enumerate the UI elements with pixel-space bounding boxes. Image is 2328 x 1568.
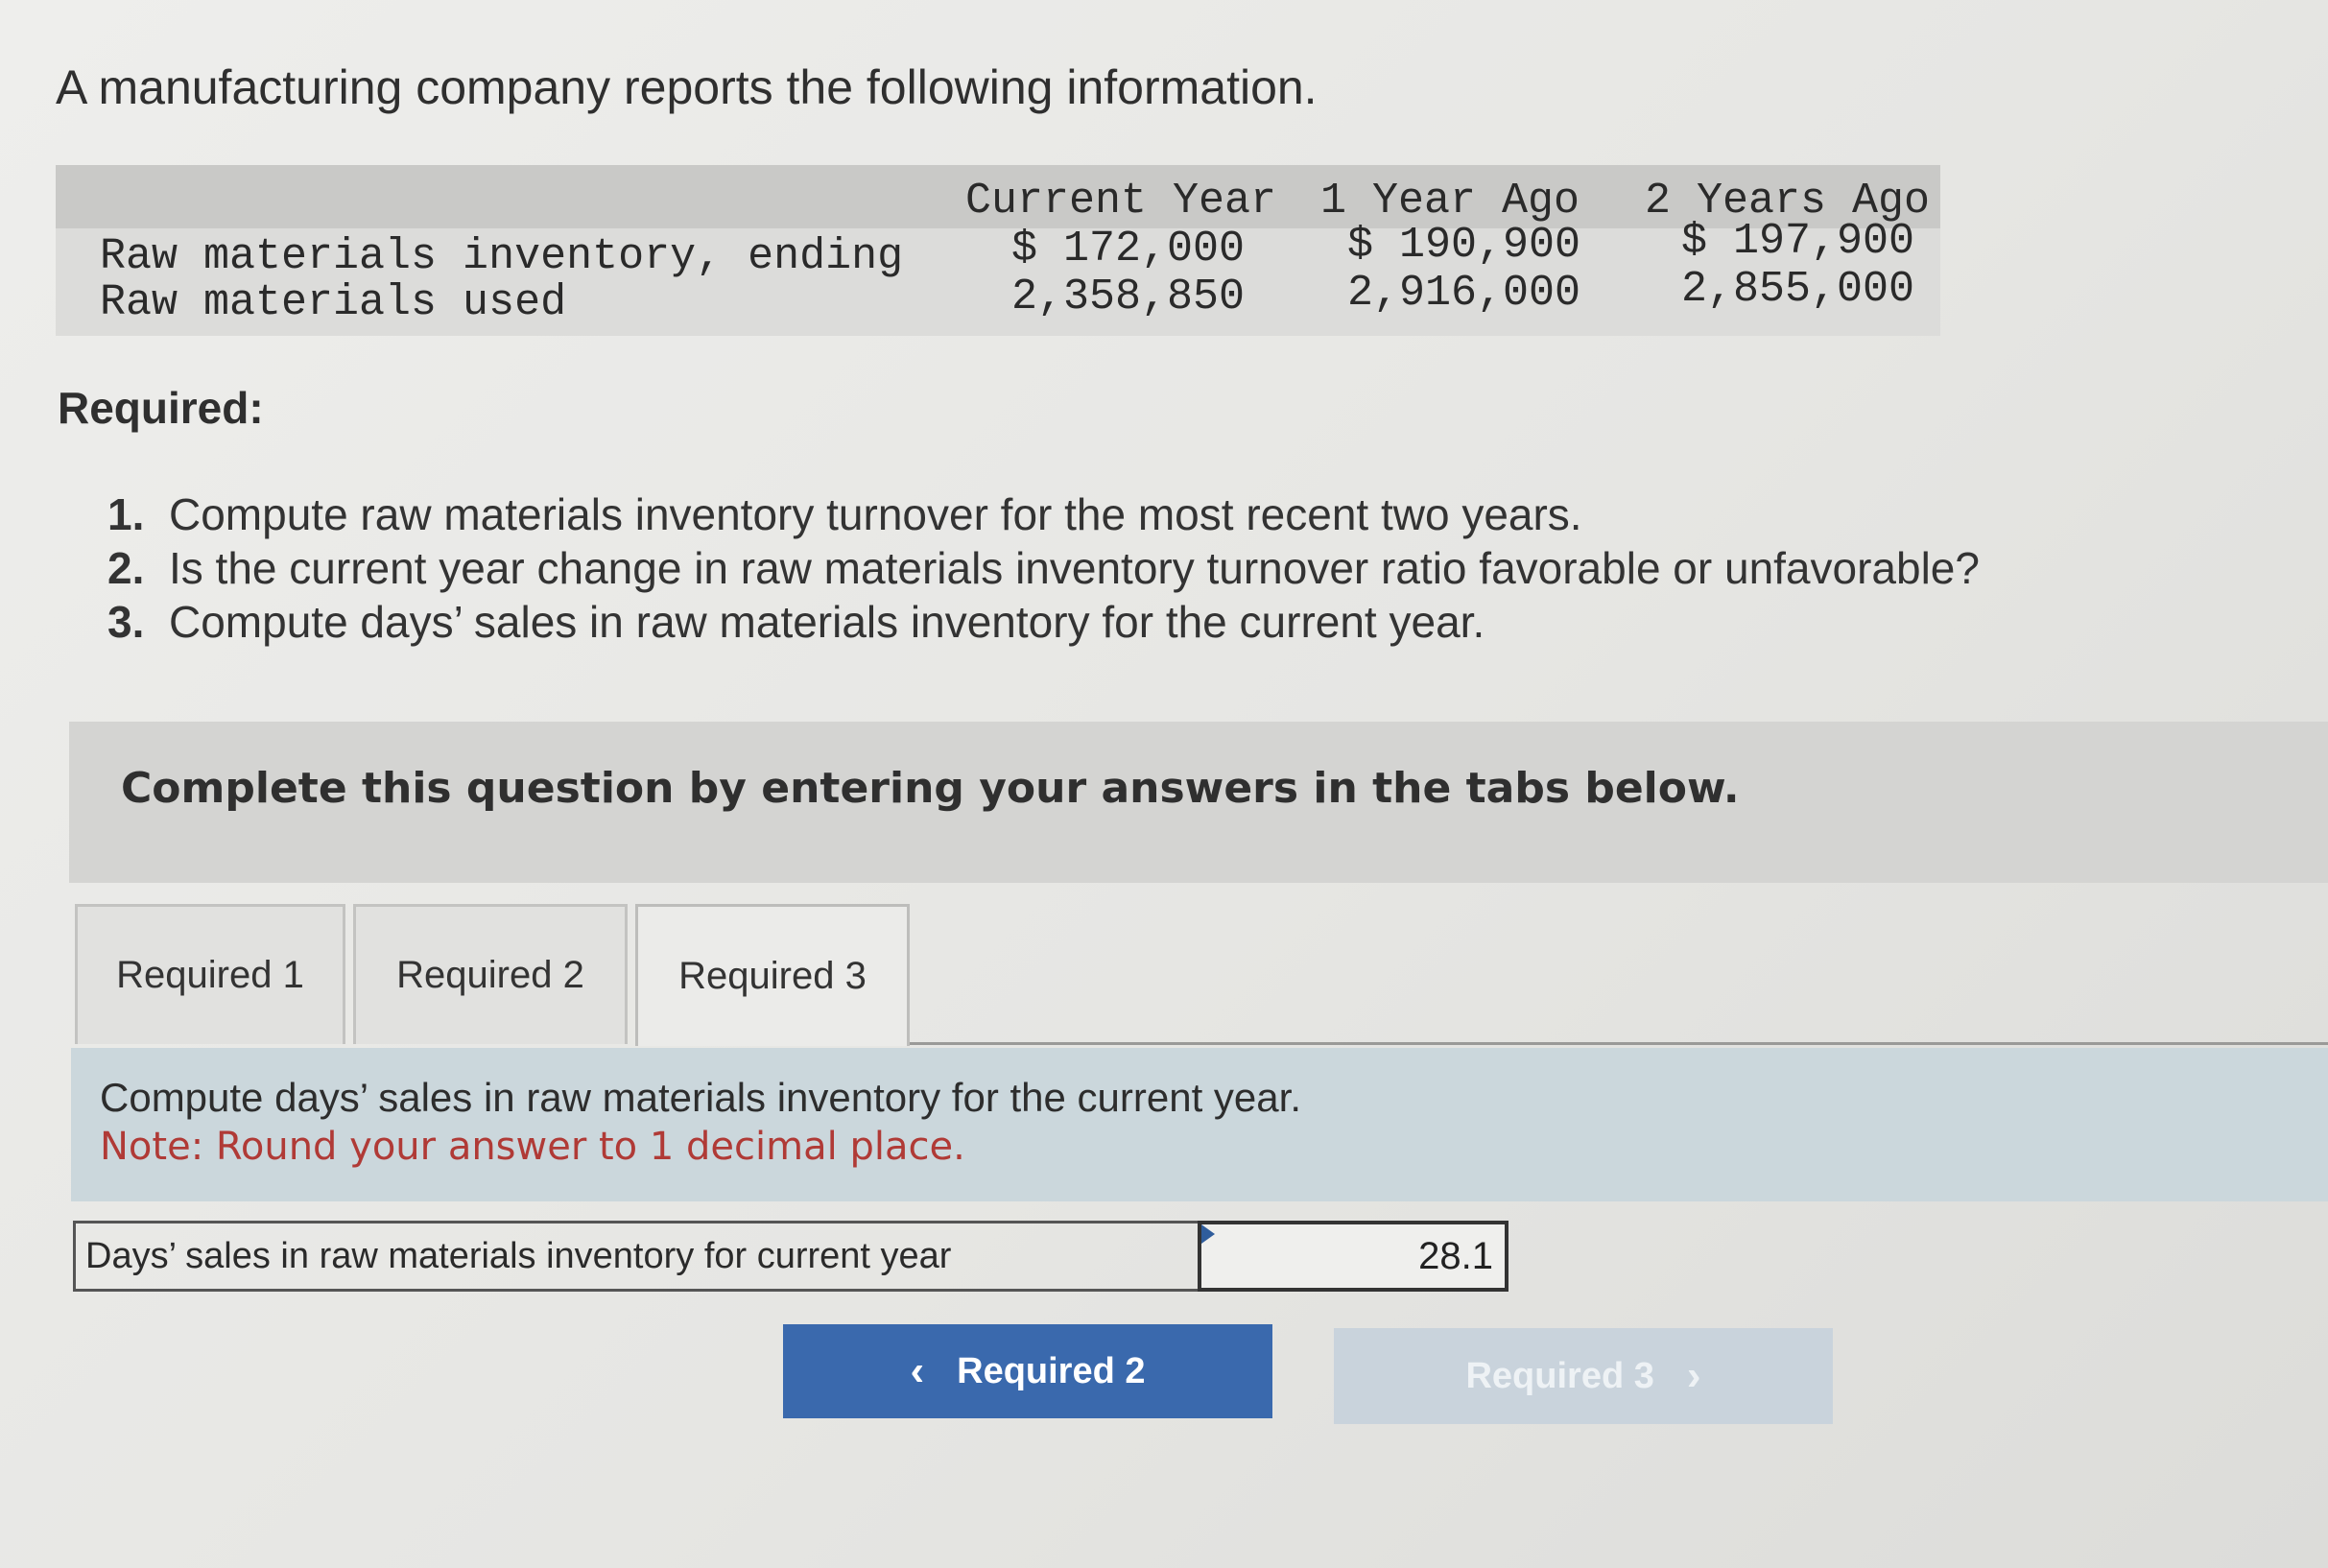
requirements-list: 1. Compute raw materials inventory turnov… [107, 487, 1980, 649]
previous-required-2-button[interactable]: ‹ Required 2 [783, 1324, 1272, 1418]
row-label-raw-materials-used: Raw materials used [100, 278, 567, 327]
days-sales-input[interactable] [1198, 1221, 1508, 1292]
rounding-note: Note: Round your answer to 1 decimal pla… [100, 1125, 965, 1169]
column-header-current-year: Current Year [965, 177, 1277, 226]
list-item: 3. Compute days’ sales in raw materials i… [107, 597, 1485, 647]
column-header-1-year-ago: 1 Year Ago [1320, 177, 1580, 226]
instruction-text: Complete this question by entering your … [121, 764, 1740, 813]
next-button-label: Required 3 [1465, 1355, 1654, 1396]
cell-inventory-current-year: $ 172,000 [1011, 225, 1246, 273]
cell-used-2-years-ago: 2,855,000 [1681, 265, 1915, 314]
prompt-panel: Compute days’ sales in raw materials inv… [71, 1048, 2328, 1201]
next-required-3-button[interactable]: Required 3 › [1334, 1328, 1833, 1424]
data-table: Current Year 1 Year Ago 2 Years Ago Raw … [56, 165, 1940, 336]
row-label-raw-materials-inventory: Raw materials inventory, ending [100, 232, 904, 281]
answer-row: Days’ sales in raw materials inventory f… [73, 1221, 1508, 1292]
tab-bar: Required 1 Required 2 Required 3 [75, 904, 2328, 1046]
tab-required-2[interactable]: Required 2 [353, 904, 628, 1044]
required-heading: Required: [58, 383, 264, 433]
cell-used-current-year: 2,358,850 [1011, 273, 1246, 321]
instruction-banner: Complete this question by entering your … [69, 722, 2328, 883]
answer-label: Days’ sales in raw materials inventory f… [73, 1221, 1201, 1292]
tab-required-1[interactable]: Required 1 [75, 904, 345, 1044]
input-flag-icon [1201, 1224, 1215, 1244]
cell-inventory-1-year-ago: $ 190,900 [1347, 221, 1581, 270]
list-item: 1. Compute raw materials inventory turnov… [107, 489, 1582, 539]
intro-text: A manufacturing company reports the foll… [56, 60, 1318, 114]
cell-inventory-2-years-ago: $ 197,900 [1681, 217, 1915, 266]
prompt-text: Compute days’ sales in raw materials inv… [100, 1075, 1301, 1120]
table-body: Raw materials inventory, ending $ 172,00… [56, 217, 1940, 336]
list-item: 2. Is the current year change in raw mate… [107, 543, 1980, 593]
previous-button-label: Required 2 [957, 1350, 1146, 1391]
table-header: Current Year 1 Year Ago 2 Years Ago [56, 165, 1940, 228]
chevron-left-icon: ‹ [910, 1347, 925, 1394]
tab-required-3[interactable]: Required 3 [635, 904, 910, 1046]
chevron-right-icon: › [1686, 1352, 1701, 1399]
tab-divider [910, 1042, 2328, 1045]
cell-used-1-year-ago: 2,916,000 [1347, 269, 1581, 318]
